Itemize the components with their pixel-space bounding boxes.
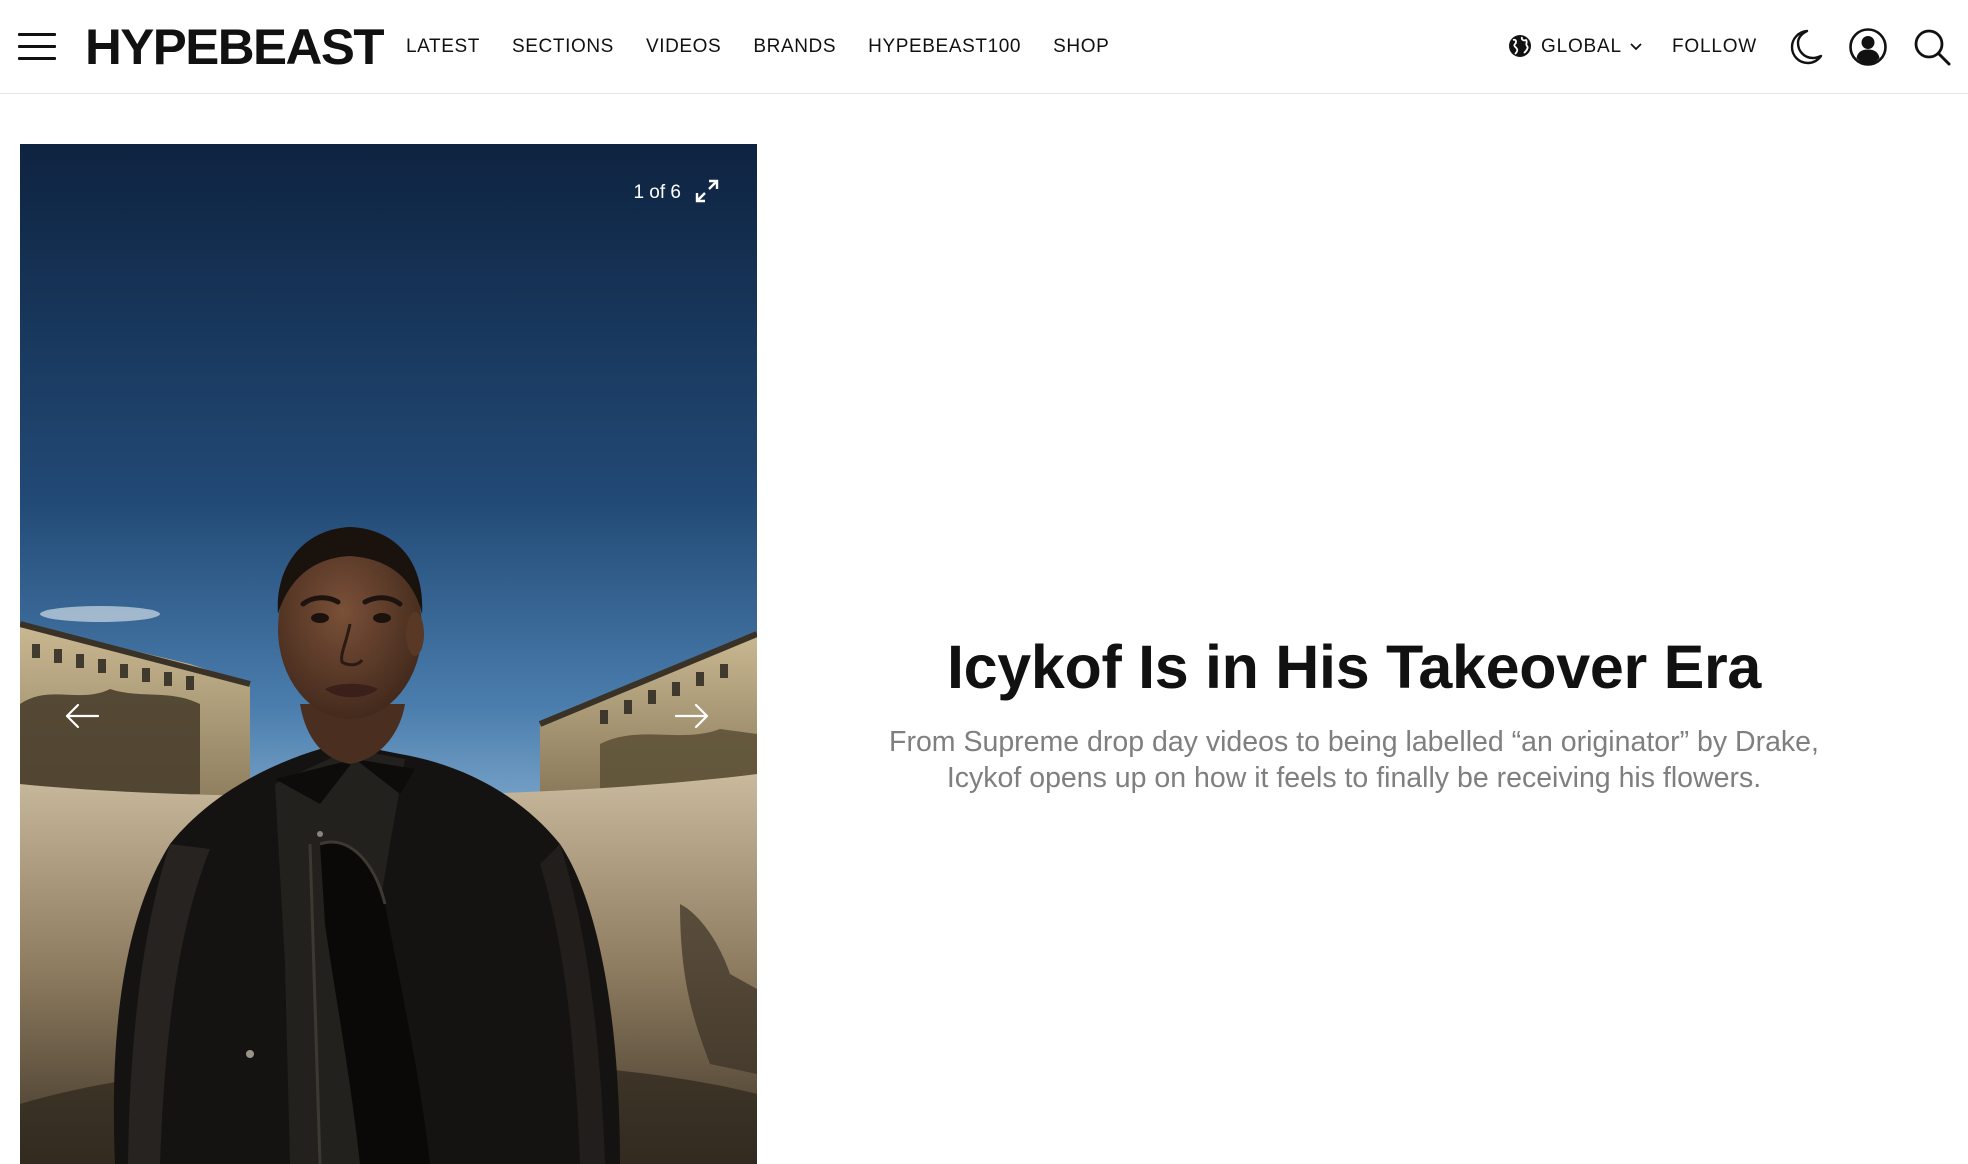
nav-item-videos[interactable]: VIDEOS xyxy=(646,36,721,58)
arrow-right-icon[interactable] xyxy=(674,702,710,730)
site-header: HYPEBEAST LATEST SECTIONS VIDEOS BRANDS … xyxy=(0,0,1968,94)
arrow-left-icon[interactable] xyxy=(64,702,100,730)
moon-icon[interactable] xyxy=(1785,27,1825,67)
gallery-counter: 1 of 6 xyxy=(633,182,681,203)
nav-item-sections[interactable]: SECTIONS xyxy=(512,36,614,58)
gallery-photo xyxy=(20,144,757,1164)
nav-item-latest[interactable]: LATEST xyxy=(406,36,480,58)
article-headline: Icykof Is in His Takeover Era xyxy=(946,633,1762,701)
globe-icon[interactable] xyxy=(1508,34,1532,58)
nav-item-hypebeast100[interactable]: HYPEBEAST100 xyxy=(868,36,1021,58)
hamburger-icon[interactable] xyxy=(18,33,56,61)
main-nav: LATEST SECTIONS VIDEOS BRANDS HYPEBEAST1… xyxy=(406,36,1141,58)
user-icon[interactable] xyxy=(1848,27,1888,67)
expand-icon[interactable] xyxy=(695,179,719,203)
nav-item-brands[interactable]: BRANDS xyxy=(753,36,836,58)
search-icon[interactable] xyxy=(1912,27,1952,67)
site-logo[interactable]: HYPEBEAST xyxy=(85,22,384,72)
region-label[interactable]: GLOBAL xyxy=(1541,36,1622,58)
nav-item-shop[interactable]: SHOP xyxy=(1053,36,1109,58)
article-dek: From Supreme drop day videos to being la… xyxy=(889,726,1819,794)
chevron-down-icon[interactable] xyxy=(1629,42,1643,52)
image-gallery[interactable]: 1 of 6 xyxy=(20,144,757,1164)
follow-button[interactable]: FOLLOW xyxy=(1672,36,1757,58)
